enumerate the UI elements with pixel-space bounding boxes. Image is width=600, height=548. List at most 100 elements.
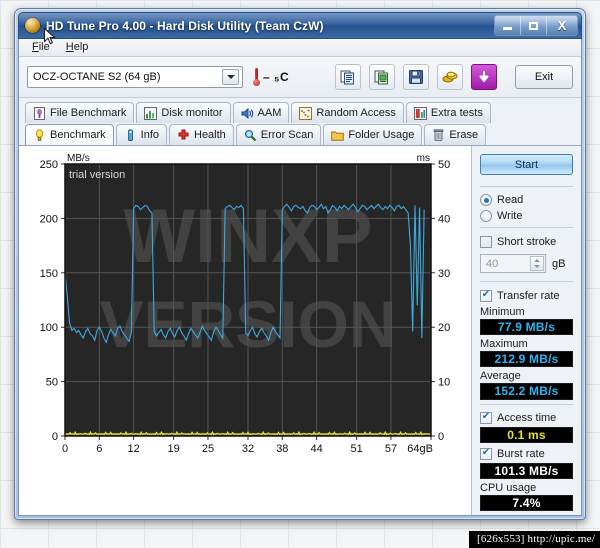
svg-text:200: 200 bbox=[40, 214, 58, 226]
svg-text:25: 25 bbox=[202, 443, 214, 455]
checkbox-burst-rate[interactable]: Burst rate bbox=[480, 447, 573, 462]
tab-aam-label: AAM bbox=[257, 107, 282, 120]
short-stroke-size-row: 40 gB bbox=[480, 254, 573, 274]
tab-error-scan[interactable]: Error Scan bbox=[235, 124, 322, 146]
coins-icon bbox=[442, 71, 458, 83]
temperature-readout: – ₅C bbox=[253, 68, 289, 87]
tab-extra-tests[interactable]: Extra tests bbox=[405, 102, 491, 124]
checkbox-access-time[interactable]: Access time bbox=[480, 410, 573, 425]
client-area: File Help OCZ-OCTANE S2 (64 gB) – ₅C Exi… bbox=[18, 39, 582, 516]
checkbox-burst-rate-label: Burst rate bbox=[497, 448, 545, 461]
checkbox-access-time-indicator bbox=[480, 411, 492, 424]
stepper-arrows[interactable] bbox=[530, 256, 544, 272]
chart-x-axis-labels: 0 6 12 19 25 32 38 44 51 57 64gB bbox=[62, 443, 433, 455]
radio-read-label: Read bbox=[497, 194, 524, 207]
tab-file-benchmark-label: File Benchmark bbox=[50, 107, 127, 120]
maximum-label: Maximum bbox=[480, 338, 528, 351]
error-scan-icon bbox=[244, 129, 257, 141]
benchmark-chart-pane: WINXP VERSION 0 50 100 150 200 250 0 10 20 30 40 5… bbox=[19, 146, 471, 515]
start-button[interactable]: Start bbox=[480, 154, 573, 175]
minimum-value: 77.9 MB/s bbox=[480, 319, 573, 336]
exit-button[interactable]: Exit bbox=[515, 65, 573, 90]
chart-y-axis-title: MB/s bbox=[67, 153, 90, 164]
file-benchmark-icon bbox=[34, 106, 45, 120]
minimize-button[interactable] bbox=[495, 16, 521, 35]
tab-folder-usage[interactable]: Folder Usage bbox=[323, 124, 423, 146]
tab-aam[interactable]: AAM bbox=[232, 102, 290, 124]
average-label: Average bbox=[480, 370, 521, 383]
copy-icon bbox=[340, 70, 354, 85]
menu-help[interactable]: Help bbox=[59, 40, 98, 55]
svg-text:6: 6 bbox=[96, 443, 102, 455]
svg-text:50: 50 bbox=[46, 377, 58, 389]
average-value: 152.2 MB/s bbox=[480, 383, 573, 400]
minimum-label: Minimum bbox=[480, 306, 525, 319]
drive-select-value: OCZ-OCTANE S2 (64 gB) bbox=[33, 71, 161, 84]
burst-rate-value: 101.3 MB/s bbox=[480, 462, 573, 479]
tab-file-benchmark[interactable]: File Benchmark bbox=[25, 102, 135, 124]
svg-text:150: 150 bbox=[40, 268, 58, 280]
download-icon bbox=[479, 71, 489, 83]
toolbar: OCZ-OCTANE S2 (64 gB) – ₅C Exit bbox=[19, 57, 581, 99]
tab-erase[interactable]: Erase bbox=[424, 124, 487, 146]
copy-image-icon bbox=[374, 70, 388, 85]
maximize-button[interactable] bbox=[521, 16, 547, 35]
coins-button[interactable] bbox=[437, 64, 463, 91]
chart-y2-axis-title: ms bbox=[417, 153, 430, 164]
maximum-value: 212.9 MB/s bbox=[480, 351, 573, 368]
svg-text:44: 44 bbox=[311, 443, 323, 455]
checkbox-transfer-rate-label: Transfer rate bbox=[497, 289, 560, 302]
minimize-icon bbox=[503, 27, 512, 30]
svg-text:100: 100 bbox=[40, 322, 58, 334]
tab-health[interactable]: Health bbox=[169, 124, 234, 146]
checkbox-short-stroke[interactable]: Short stroke bbox=[480, 234, 573, 249]
svg-text:0: 0 bbox=[438, 431, 444, 443]
svg-text:57: 57 bbox=[385, 443, 397, 455]
tab-disk-monitor-label: Disk monitor bbox=[161, 107, 223, 120]
window-title: HD Tune Pro 4.00 - Hard Disk Utility (Te… bbox=[46, 18, 324, 33]
svg-text:0: 0 bbox=[52, 431, 58, 443]
tab-random-access[interactable]: Random Access bbox=[291, 102, 404, 124]
trial-version-label: trial version bbox=[69, 169, 125, 181]
short-stroke-stepper[interactable]: 40 bbox=[480, 254, 546, 274]
tab-row-secondary: Benchmark Info Health Error Scan Folder … bbox=[25, 124, 575, 146]
tab-disk-monitor[interactable]: Disk monitor bbox=[136, 102, 231, 124]
menu-bar: File Help bbox=[19, 39, 581, 58]
tab-error-scan-label: Error Scan bbox=[260, 129, 314, 142]
short-stroke-unit: gB bbox=[552, 257, 566, 270]
short-stroke-value: 40 bbox=[486, 257, 499, 270]
access-time-value: 0.1 ms bbox=[480, 426, 573, 443]
radio-read[interactable]: Read bbox=[480, 193, 573, 208]
download-button[interactable] bbox=[471, 64, 497, 91]
checkbox-transfer-rate-indicator bbox=[480, 289, 492, 302]
svg-text:0: 0 bbox=[62, 443, 68, 455]
chart-y2-axis-labels: 0 10 20 30 40 50 bbox=[438, 159, 450, 443]
radio-write[interactable]: Write bbox=[480, 208, 573, 223]
svg-text:32: 32 bbox=[242, 443, 254, 455]
drive-select[interactable]: OCZ-OCTANE S2 (64 gB) bbox=[27, 66, 243, 89]
cpu-usage-label: CPU usage bbox=[480, 481, 537, 494]
close-button[interactable]: X bbox=[547, 16, 577, 35]
tab-erase-label: Erase bbox=[449, 129, 479, 142]
tab-info[interactable]: Info bbox=[115, 124, 167, 146]
close-icon: X bbox=[557, 18, 567, 33]
tab-benchmark[interactable]: Benchmark bbox=[25, 124, 114, 146]
exit-button-label: Exit bbox=[534, 71, 554, 84]
menu-file[interactable]: File bbox=[25, 40, 59, 55]
save-button[interactable] bbox=[403, 64, 429, 91]
maximize-icon bbox=[529, 21, 538, 30]
chevron-down-icon[interactable] bbox=[222, 69, 239, 86]
main-content: WINXP VERSION 0 50 100 150 200 250 0 10 20 30 40 5… bbox=[19, 145, 581, 515]
svg-text:12: 12 bbox=[128, 443, 140, 455]
copy-image-button[interactable] bbox=[369, 64, 395, 91]
cpu-usage-value: 7.4% bbox=[480, 494, 573, 512]
stepper-up-icon bbox=[534, 258, 540, 262]
checkbox-burst-rate-indicator bbox=[480, 448, 492, 461]
divider-1 bbox=[480, 185, 573, 187]
checkbox-short-stroke-label: Short stroke bbox=[497, 235, 557, 248]
disk-monitor-icon bbox=[144, 106, 158, 120]
copy-button[interactable] bbox=[335, 64, 361, 91]
checkbox-transfer-rate[interactable]: Transfer rate bbox=[480, 288, 573, 303]
benchmark-chart: WINXP VERSION 050100150200250 0102030405… bbox=[40, 153, 451, 455]
menu-file-label: ile bbox=[38, 41, 50, 54]
